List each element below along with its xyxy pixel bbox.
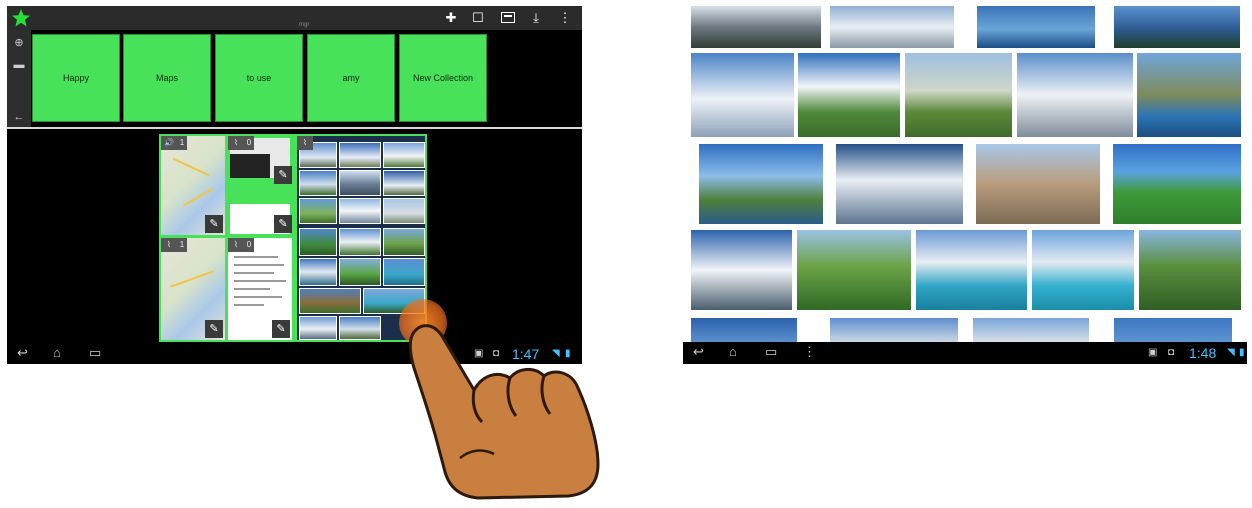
paperclip-icon: ⌇ bbox=[228, 136, 244, 150]
more-vert-icon[interactable]: ⋮ bbox=[556, 9, 574, 27]
camera-icon[interactable]: ✎ bbox=[205, 320, 223, 338]
mountain-photo[interactable] bbox=[836, 144, 963, 224]
add-icon[interactable]: ✚ bbox=[442, 9, 460, 27]
collection-tile-maps[interactable]: Maps bbox=[123, 34, 211, 122]
mountain-photo[interactable] bbox=[973, 318, 1089, 342]
top-action-bar: mgr ✚ ☐ ⤓ ⋮ bbox=[7, 6, 582, 30]
content-grid: 🔊 1 ✎ ⌇ 0 ✎ ✎ ⌇ 1 ✎ ⌇ 0 ✎ ⌇ bbox=[159, 134, 427, 342]
doc-card[interactable]: ⌇ 0 ✎ ✎ bbox=[228, 136, 294, 235]
paperclip-icon: ⌇ bbox=[161, 238, 177, 252]
back-icon[interactable]: ↩ bbox=[17, 345, 28, 361]
camera-icon[interactable]: ✎ bbox=[274, 166, 292, 184]
pointing-hand-illustration bbox=[408, 324, 600, 500]
camera-status-icon: ◘ bbox=[1168, 347, 1175, 358]
divider bbox=[7, 127, 582, 129]
collection-tile-to-use[interactable]: to use bbox=[215, 34, 303, 122]
side-rail: ⊕ ▬ ← bbox=[7, 30, 31, 129]
mountain-photo[interactable] bbox=[977, 6, 1095, 48]
mountain-photo[interactable] bbox=[691, 53, 794, 137]
back-icon[interactable]: ↩ bbox=[693, 344, 704, 360]
mountain-photo[interactable] bbox=[691, 318, 797, 342]
mountain-photo[interactable] bbox=[905, 53, 1012, 137]
right-tablet-screen: ↩ ⌂ ▭ ⋮ ▣ ◘ ◥ ▮ 1:48 bbox=[683, 6, 1247, 364]
back-arrow-icon[interactable]: ← bbox=[10, 108, 28, 126]
map-card[interactable]: 🔊 1 ✎ bbox=[161, 136, 225, 235]
recents-icon[interactable]: ▭ bbox=[89, 345, 101, 361]
star-icon[interactable] bbox=[11, 8, 31, 28]
menu-icon[interactable]: ⋮ bbox=[803, 344, 816, 360]
collection-tile-amy[interactable]: amy bbox=[307, 34, 395, 122]
mountain-photo[interactable] bbox=[1017, 53, 1133, 137]
folder-icon[interactable]: ▬ bbox=[10, 56, 28, 74]
collection-label: Maps bbox=[155, 73, 178, 83]
download-icon[interactable]: ⤓ bbox=[527, 9, 545, 27]
collection-tile-new-collection[interactable]: New Collection bbox=[399, 34, 487, 122]
audio-icon: 🔊 bbox=[161, 136, 177, 150]
mountain-photo[interactable] bbox=[1114, 318, 1232, 342]
tiny-label: mgr bbox=[299, 22, 310, 28]
badge-count: 0 bbox=[244, 136, 254, 150]
collection-label: New Collection bbox=[412, 73, 474, 83]
mountain-photo[interactable] bbox=[1114, 6, 1240, 48]
mountain-photo[interactable] bbox=[976, 144, 1100, 224]
card-icon[interactable] bbox=[501, 12, 515, 23]
collection-label: Happy bbox=[62, 73, 89, 83]
system-nav-bar: ↩ ⌂ ▭ ⋮ ▣ ◘ ◥ ▮ bbox=[683, 342, 1247, 364]
mountain-photo[interactable] bbox=[699, 144, 823, 224]
home-icon[interactable]: ⌂ bbox=[729, 344, 737, 359]
collection-label: to use bbox=[246, 73, 272, 83]
map-card[interactable]: ⌇ 1 ✎ bbox=[161, 238, 225, 340]
mountain-photo[interactable] bbox=[1137, 53, 1241, 137]
left-tablet-screen: mgr ✚ ☐ ⤓ ⋮ ⊕ ▬ ← Happy Maps to use amy … bbox=[7, 6, 582, 364]
gallery-icon: ▣ bbox=[1148, 347, 1158, 358]
mountain-photo[interactable] bbox=[1113, 144, 1241, 224]
add-circle-icon[interactable]: ⊕ bbox=[10, 34, 28, 52]
document-card[interactable]: ⌇ 0 ✎ bbox=[228, 238, 292, 340]
collection-label: amy bbox=[342, 73, 360, 83]
square-icon[interactable]: ☐ bbox=[469, 9, 487, 27]
paperclip-icon: ⌇ bbox=[228, 238, 244, 252]
mountain-photo[interactable] bbox=[1139, 230, 1241, 310]
home-icon[interactable]: ⌂ bbox=[53, 345, 61, 360]
battery-icon: ▮ bbox=[1239, 347, 1245, 358]
paperclip-icon: ⌇ bbox=[297, 136, 313, 150]
mountain-photo[interactable] bbox=[798, 53, 900, 137]
mountain-photo[interactable] bbox=[691, 6, 821, 48]
clock: 1:48 bbox=[1189, 345, 1217, 361]
camera-icon[interactable]: ✎ bbox=[274, 215, 292, 233]
mountain-photo[interactable] bbox=[916, 230, 1027, 310]
collection-tile-happy[interactable]: Happy bbox=[32, 34, 120, 122]
wifi-icon: ◥ bbox=[1227, 347, 1235, 358]
badge-count: 1 bbox=[177, 136, 187, 150]
mountain-photo[interactable] bbox=[691, 230, 792, 310]
mountain-photo[interactable] bbox=[797, 230, 911, 310]
mountain-photo[interactable] bbox=[830, 318, 958, 342]
mountain-photo[interactable] bbox=[1032, 230, 1134, 310]
badge-count: 1 bbox=[177, 238, 187, 252]
camera-icon[interactable]: ✎ bbox=[272, 320, 290, 338]
mountain-photo[interactable] bbox=[830, 6, 954, 48]
recents-icon[interactable]: ▭ bbox=[765, 344, 777, 360]
badge-count: 0 bbox=[244, 238, 254, 252]
camera-icon[interactable]: ✎ bbox=[205, 215, 223, 233]
